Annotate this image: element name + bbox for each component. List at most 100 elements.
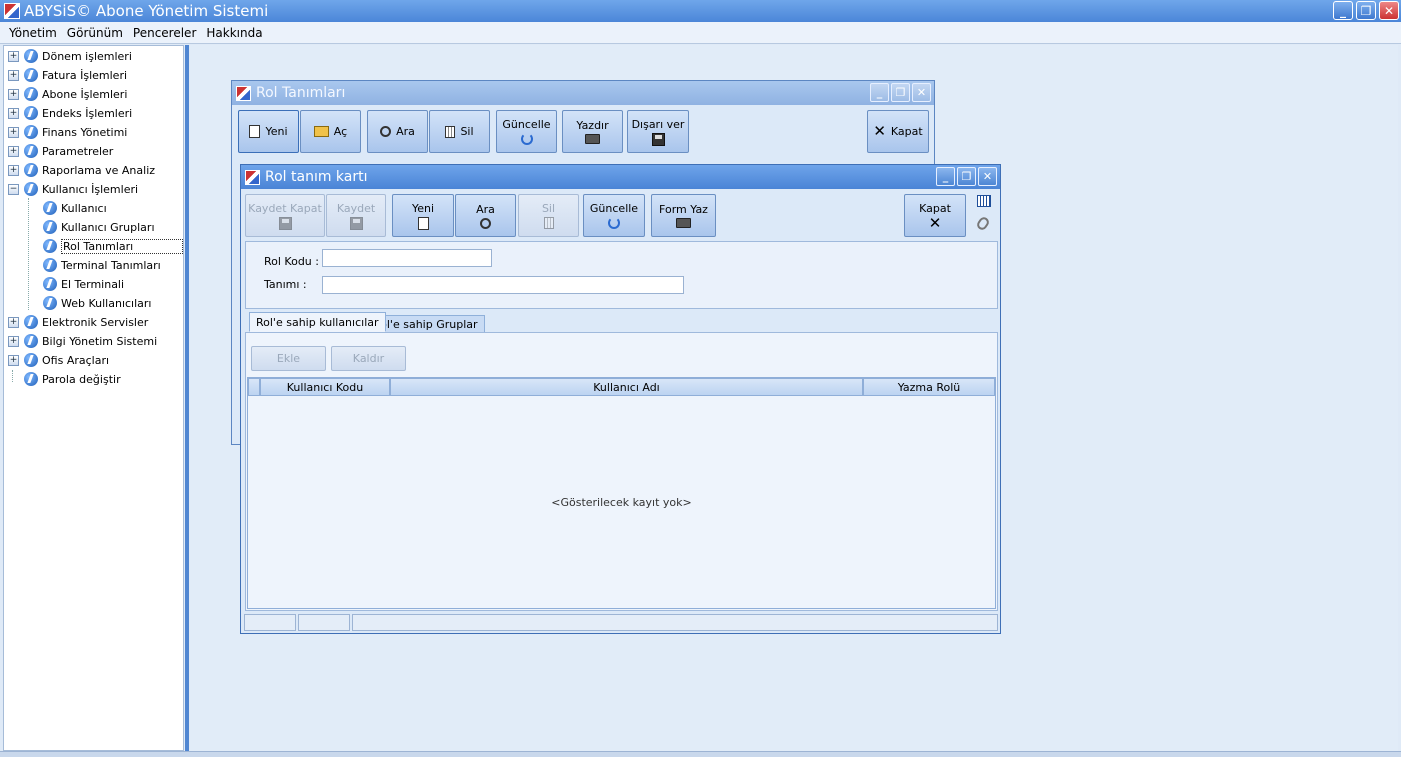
refresh-icon — [608, 217, 620, 229]
sidebar-splitter[interactable] — [185, 45, 189, 751]
app-close-button[interactable]: ✕ — [1379, 1, 1399, 20]
search-icon — [480, 217, 491, 229]
tree-item-fatura-islemleri[interactable]: + Fatura İşlemleri — [8, 66, 127, 84]
app-restore-button[interactable]: ❐ — [1356, 1, 1376, 20]
disari-ver-button[interactable]: Dışarı ver — [627, 110, 689, 153]
grid-header-kullanici-kodu[interactable]: Kullanıcı Kodu — [260, 378, 390, 396]
printer-icon — [585, 134, 600, 144]
kaydet-button[interactable]: Kaydet — [326, 194, 386, 237]
tree-item-elektronik-servisler[interactable]: + Elektronik Servisler — [8, 313, 148, 331]
tree-item-parola-degistir[interactable]: Parola değiştir — [8, 370, 121, 388]
button-label: Sil — [460, 125, 474, 138]
button-label: Kapat — [919, 201, 951, 215]
tree-item-rol-tanimlari[interactable]: Rol Tanımları — [43, 237, 183, 255]
grid-header-kullanici-adi[interactable]: Kullanıcı Adı — [390, 378, 863, 396]
expand-icon[interactable]: + — [8, 316, 19, 328]
tree-item-kullanici-islemleri[interactable]: − Kullanıcı İşlemleri — [8, 180, 138, 198]
users-grid[interactable] — [247, 377, 996, 609]
tree-item-finans-yonetimi[interactable]: + Finans Yönetimi — [8, 123, 127, 141]
menu-gorunum[interactable]: Görünüm — [62, 26, 128, 40]
kart-yeni-button[interactable]: Yeni — [392, 194, 454, 237]
tree-item-label: Kullanıcı Grupları — [61, 220, 155, 234]
button-label: Yeni — [411, 201, 435, 215]
minimize-button[interactable]: _ — [870, 83, 889, 102]
kart-kapat-button[interactable]: Kapat ✕ — [904, 194, 966, 237]
yeni-button[interactable]: Yeni — [238, 110, 299, 153]
tree-item-kullanici[interactable]: Kullanıcı — [43, 199, 107, 217]
app-minimize-button[interactable]: _ — [1333, 1, 1353, 20]
kaydet-kapat-button[interactable]: Kaydet Kapat — [245, 194, 325, 237]
tree-item-label: Elektronik Servisler — [42, 315, 149, 329]
ac-button[interactable]: Aç — [300, 110, 361, 153]
ekle-button[interactable]: Ekle — [251, 346, 326, 371]
tanimi-label: Tanımı : — [264, 278, 307, 291]
tree-item-donem-islemleri[interactable]: + Dönem işlemleri — [8, 47, 132, 65]
tree-item-bilgi-yonetim[interactable]: + Bilgi Yönetim Sistemi — [8, 332, 157, 350]
tree-item-parametreler[interactable]: + Parametreler — [8, 142, 113, 160]
expand-icon[interactable]: + — [8, 164, 19, 176]
close-button[interactable]: ✕ — [978, 167, 997, 186]
maximize-button[interactable]: ❐ — [891, 83, 910, 102]
new-document-icon — [249, 125, 261, 138]
tree-item-ofis-araclari[interactable]: + Ofis Araçları — [8, 351, 109, 369]
minimize-button[interactable]: _ — [936, 167, 955, 186]
tab-role-users[interactable]: Rol'e sahip kullanıcılar — [249, 312, 386, 332]
menu-bar: Yönetim Görünüm Pencereler Hakkında — [0, 22, 1401, 44]
close-x-icon: ✕ — [928, 213, 942, 232]
close-button[interactable]: ✕ — [912, 83, 931, 102]
expand-icon[interactable]: + — [8, 354, 19, 366]
paperclip-icon[interactable] — [975, 215, 991, 232]
tree-item-label: Raporlama ve Analiz — [42, 163, 156, 177]
navigation-tree: + Dönem işlemleri + Fatura İşlemleri + Abon… — [3, 45, 184, 751]
maximize-button[interactable]: ❐ — [957, 167, 976, 186]
expand-icon[interactable]: + — [8, 88, 19, 100]
search-icon — [380, 126, 392, 137]
form-yaz-button[interactable]: Form Yaz — [651, 194, 716, 237]
tree-item-label: Rol Tanımları — [61, 238, 183, 254]
expand-icon[interactable]: + — [8, 69, 19, 81]
bolt-icon — [24, 182, 38, 196]
button-label: Dışarı ver — [631, 117, 685, 131]
calendar-icon[interactable] — [977, 195, 991, 207]
expand-icon[interactable]: + — [8, 335, 19, 347]
menu-hakkinda[interactable]: Hakkında — [201, 26, 267, 40]
rol-tanim-karti-window: Rol tanım kartı _ ❐ ✕ Kaydet Kapat Kayde… — [240, 164, 1001, 634]
collapse-icon[interactable]: − — [8, 183, 19, 195]
expand-icon[interactable]: + — [8, 107, 19, 119]
expand-icon[interactable]: + — [8, 145, 19, 157]
bolt-icon — [24, 353, 38, 367]
tanimi-input[interactable] — [322, 276, 684, 294]
expand-icon[interactable]: + — [8, 50, 19, 62]
button-label: Güncelle — [502, 118, 551, 131]
tree-item-terminal-tanimlari[interactable]: Terminal Tanımları — [43, 256, 161, 274]
guncelle-button[interactable]: Güncelle — [496, 110, 557, 153]
menu-yonetim[interactable]: Yönetim — [4, 26, 62, 40]
rol-kodu-input[interactable] — [322, 249, 492, 267]
ara-button[interactable]: Ara — [367, 110, 428, 153]
kaldir-button[interactable]: Kaldır — [331, 346, 406, 371]
grid-header-yazma-rolu[interactable]: Yazma Rolü — [863, 378, 995, 396]
sil-button[interactable]: Sil — [429, 110, 490, 153]
tree-guide-line — [28, 198, 29, 310]
tree-item-label: Finans Yönetimi — [42, 125, 128, 139]
kapat-button[interactable]: ✕ Kapat — [867, 110, 929, 153]
tree-item-web-kullanicilari[interactable]: Web Kullanıcıları — [43, 294, 151, 312]
tree-item-endeks-islemleri[interactable]: + Endeks İşlemleri — [8, 104, 132, 122]
button-label: Kapat — [890, 125, 923, 138]
yazdir-button[interactable]: Yazdır — [562, 110, 623, 153]
tree-item-label: Parola değiştir — [42, 372, 121, 386]
kart-sil-button[interactable]: Sil — [518, 194, 579, 237]
rol-kart-title-bar: Rol tanım kartı _ ❐ ✕ — [241, 165, 1000, 189]
menu-pencereler[interactable]: Pencereler — [128, 26, 201, 40]
grid-row-indicator-header — [248, 378, 260, 396]
kart-ara-button[interactable]: Ara — [455, 194, 516, 237]
kart-guncelle-button[interactable]: Güncelle — [583, 194, 645, 237]
tree-item-el-terminali[interactable]: El Terminali — [43, 275, 124, 293]
bolt-icon — [24, 163, 38, 177]
expand-icon[interactable]: + — [8, 126, 19, 138]
tree-item-raporlama[interactable]: + Raporlama ve Analiz — [8, 161, 155, 179]
tree-item-kullanici-gruplari[interactable]: Kullanıcı Grupları — [43, 218, 155, 236]
tree-item-label: Ofis Araçları — [42, 353, 110, 367]
tree-item-abone-islemleri[interactable]: + Abone İşlemleri — [8, 85, 127, 103]
tree-item-label: Endeks İşlemleri — [42, 106, 133, 120]
